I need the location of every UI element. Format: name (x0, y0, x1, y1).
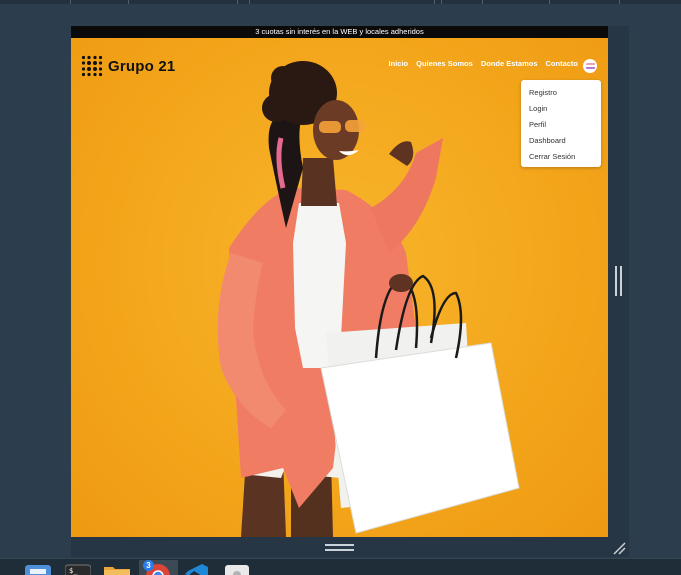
vscode-icon[interactable] (184, 563, 210, 575)
resize-corner-icon[interactable] (612, 541, 626, 555)
menu-item-cerrar-sesion[interactable]: Cerrar Sesión (521, 149, 601, 165)
menu-item-login[interactable]: Login (521, 101, 601, 117)
menu-item-registro[interactable]: Registro (521, 85, 601, 101)
svg-text:$_: $_ (69, 567, 78, 575)
menu-item-dashboard[interactable]: Dashboard (521, 133, 601, 149)
taskbar: $_ (0, 558, 681, 575)
brand-logo[interactable]: Grupo 21 (81, 55, 175, 77)
terminal-icon[interactable]: $_ (65, 563, 91, 575)
promo-bar: 3 cuotas sin interés en la WEB y locales… (71, 26, 608, 38)
folder-icon[interactable] (104, 563, 130, 575)
nav-link-donde-estamos[interactable]: Donde Estamos (481, 59, 538, 68)
user-flag-icon (585, 63, 595, 69)
vertical-resize-handle[interactable] (615, 266, 622, 296)
disk-utility-icon[interactable] (224, 563, 250, 575)
main-nav: Inicio Quienes Somos Donde Estamos Conta… (389, 59, 578, 68)
website-viewport: 3 cuotas sin interés en la WEB y locales… (71, 26, 608, 537)
nav-link-quienes-somos[interactable]: Quienes Somos (416, 59, 473, 68)
file-manager-icon[interactable] (25, 563, 51, 575)
nav-link-contacto[interactable]: Contacto (546, 59, 579, 68)
user-menu-toggle[interactable] (583, 59, 597, 73)
menu-item-perfil[interactable]: Perfil (521, 117, 601, 133)
brand-name: Grupo 21 (108, 57, 176, 75)
top-window-strip (0, 0, 681, 4)
chrome-notification-badge: 3 (143, 560, 154, 571)
horizontal-resize-handle[interactable] (325, 544, 354, 551)
logo-grid-icon (81, 55, 103, 77)
user-dropdown-menu: Registro Login Perfil Dashboard Cerrar S… (521, 80, 601, 167)
nav-link-inicio[interactable]: Inicio (389, 59, 409, 68)
